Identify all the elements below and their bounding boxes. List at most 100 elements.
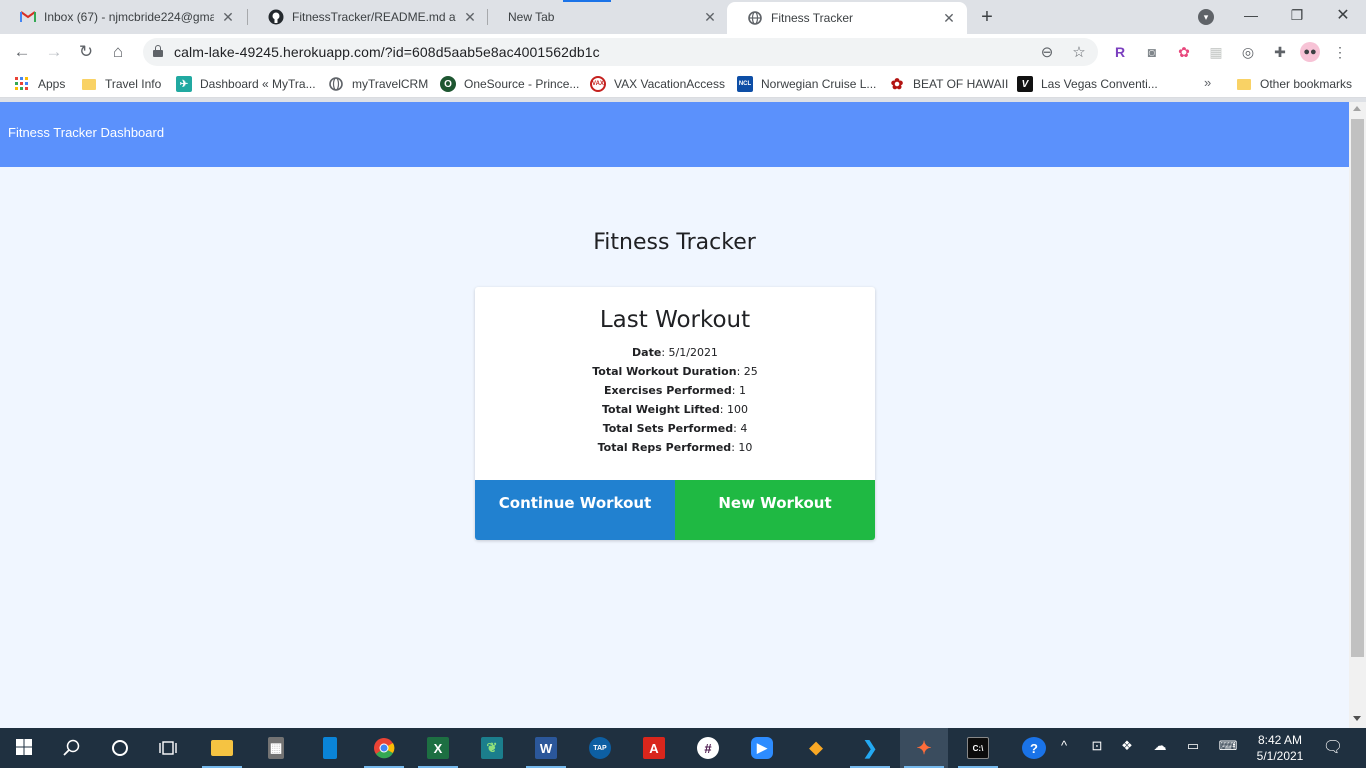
bookmark-star-icon[interactable]: ☆ (1069, 42, 1089, 62)
minimize-button[interactable]: — (1228, 0, 1274, 30)
url-text[interactable]: calm-lake-49245.herokuapp.com/?id=608d5a… (174, 44, 600, 60)
new-workout-button[interactable]: New Workout (675, 480, 875, 540)
camera-extension-icon[interactable]: ◙ (1142, 42, 1162, 62)
tab-gmail[interactable]: Inbox (67) - njmcbride224@gmai ✕ (0, 0, 246, 34)
stat-value: 1 (738, 384, 746, 397)
zoom-app-icon[interactable]: ▶ (738, 728, 786, 768)
onedrive-icon[interactable]: ☁ (1150, 738, 1170, 754)
chrome-icon[interactable] (360, 728, 408, 768)
onesource-icon: O (440, 76, 456, 92)
cortana-icon[interactable] (96, 728, 144, 768)
back-arrow-icon[interactable]: ← (10, 40, 34, 64)
tab-fitness-tracker[interactable]: Fitness Tracker ✕ (727, 2, 967, 34)
bookmark-label: Las Vegas Conventi... (1041, 77, 1158, 91)
address-bar[interactable]: calm-lake-49245.herokuapp.com/?id=608d5a… (143, 38, 1098, 66)
keyboard-icon[interactable]: ⌨ (1216, 738, 1240, 754)
lock-icon[interactable] (153, 45, 163, 57)
stat-value: 4 (740, 422, 748, 435)
forward-arrow-icon[interactable]: → (42, 40, 66, 64)
bookmark-apps[interactable]: Apps (14, 75, 65, 93)
windows-taskbar: ▦ X ❦ W TAP A # ▶ ◆ ❯ ✦ C:\ ? ^ ⊡ ❖ ☁ ▭ … (0, 728, 1366, 768)
globe-icon (747, 10, 763, 26)
bookmark-other[interactable]: Other bookmarks (1236, 75, 1352, 93)
hibiscus-icon: ✿ (890, 76, 904, 93)
notification-icon[interactable]: 🗨 (1322, 737, 1344, 757)
close-icon[interactable]: ✕ (702, 9, 718, 25)
restore-button[interactable]: ❐ (1274, 0, 1320, 30)
page-scrollbar[interactable] (1349, 102, 1366, 728)
app-butterfly-icon[interactable]: ❦ (468, 728, 516, 768)
close-window-button[interactable]: ✕ (1320, 0, 1366, 30)
acrobat-icon[interactable]: A (630, 728, 678, 768)
stat-value: 100 (727, 403, 748, 416)
bookmark-vax[interactable]: VAX VAX VacationAccess (590, 75, 725, 93)
apps-grid-icon (14, 76, 30, 92)
taskbar-clock[interactable]: 8:42 AM 5/1/2021 (1247, 732, 1313, 764)
file-explorer-icon[interactable] (198, 728, 246, 768)
reload-icon[interactable]: ↻ (74, 40, 98, 64)
search-icon[interactable] (48, 728, 96, 768)
folder-icon (81, 76, 97, 92)
profile-avatar[interactable]: ●● (1300, 42, 1320, 62)
phone-app-icon[interactable] (306, 728, 354, 768)
puzzle-extensions-icon[interactable]: ✚ (1270, 42, 1290, 62)
brand-link[interactable]: Fitness Tracker Dashboard (8, 125, 164, 140)
page-title: Fitness Tracker (593, 230, 756, 255)
bookmark-label: Apps (38, 77, 66, 91)
r-extension-icon[interactable]: R (1110, 42, 1130, 62)
meet-now-icon[interactable]: ⊡ (1088, 738, 1106, 754)
help-icon[interactable]: ? (1022, 737, 1046, 759)
scroll-up-arrow-icon[interactable] (1353, 106, 1361, 111)
zoom-icon[interactable]: ⊖ (1037, 42, 1057, 62)
clock-time: 8:42 AM (1257, 733, 1303, 747)
tap-app-icon[interactable]: TAP (576, 728, 624, 768)
bookmark-las-vegas[interactable]: V Las Vegas Conventi... (1017, 75, 1158, 93)
git-app-icon[interactable]: ◆ (792, 728, 840, 768)
bookmark-travel-info[interactable]: Travel Info (81, 75, 161, 93)
home-icon[interactable]: ⌂ (106, 40, 130, 64)
more-bookmarks-icon[interactable]: » (1204, 75, 1211, 90)
dropbox-icon[interactable]: ❖ (1118, 738, 1136, 754)
close-icon[interactable]: ✕ (941, 10, 957, 26)
continue-workout-button[interactable]: Continue Workout (475, 480, 675, 540)
bookmark-dashboard[interactable]: ✈ Dashboard « MyTra... (176, 75, 316, 93)
sync-extension-icon[interactable]: ◎ (1238, 42, 1258, 62)
excel-icon[interactable]: X (414, 728, 462, 768)
bookmark-label: myTravelCRM (352, 77, 429, 91)
stat-value: 10 (738, 441, 753, 454)
word-icon[interactable]: W (522, 728, 570, 768)
vscode-icon[interactable]: ❯ (846, 728, 894, 768)
calculator-icon[interactable]: ▦ (252, 728, 300, 768)
bookmark-beat-of-hawaii[interactable]: ✿ BEAT OF HAWAII (889, 75, 1009, 93)
bookmark-onesource[interactable]: O OneSource - Prince... (440, 75, 579, 93)
stat-label: Total Weight Lifted (601, 403, 720, 416)
tab-new-tab[interactable]: New Tab ✕ (488, 0, 728, 34)
scroll-down-arrow-icon[interactable] (1353, 716, 1361, 721)
tab-title: Fitness Tracker (771, 11, 854, 25)
tab-github[interactable]: FitnessTracker/README.md at ma ✕ (248, 0, 488, 34)
stat-value: 25 (743, 365, 758, 378)
start-button[interactable] (0, 728, 48, 768)
task-view-icon[interactable] (144, 728, 192, 768)
battery-icon[interactable]: ▭ (1183, 738, 1203, 754)
card-title: Last Workout (599, 307, 751, 333)
extension-badge-icon[interactable]: ✿ (1174, 42, 1194, 62)
show-hidden-icons-chevron-icon[interactable]: ^ (1056, 738, 1072, 753)
bookmark-label: Norwegian Cruise L... (761, 77, 877, 91)
active-app-icon[interactable]: ✦ (900, 728, 948, 768)
navbar: Fitness Tracker Dashboard (0, 102, 1349, 167)
bookmark-ncl[interactable]: NCL Norwegian Cruise L... (737, 75, 876, 93)
close-icon[interactable]: ✕ (462, 9, 478, 25)
scroll-thumb[interactable] (1351, 119, 1364, 657)
dashboard-icon: ✈ (176, 76, 192, 92)
grey-extension-icon[interactable]: ▦ (1206, 42, 1226, 62)
bookmark-label: Travel Info (105, 77, 162, 91)
new-tab-button[interactable]: + (976, 6, 998, 28)
vegas-icon: V (1017, 76, 1033, 92)
menu-dots-icon[interactable]: ⋮ (1330, 42, 1350, 62)
slack-icon[interactable]: # (684, 728, 732, 768)
close-icon[interactable]: ✕ (220, 9, 236, 25)
bookmark-mytravelcrm[interactable]: myTravelCRM (328, 75, 428, 93)
tab-search-icon[interactable]: ▾ (1198, 9, 1214, 25)
terminal-icon[interactable]: C:\ (954, 728, 1002, 768)
